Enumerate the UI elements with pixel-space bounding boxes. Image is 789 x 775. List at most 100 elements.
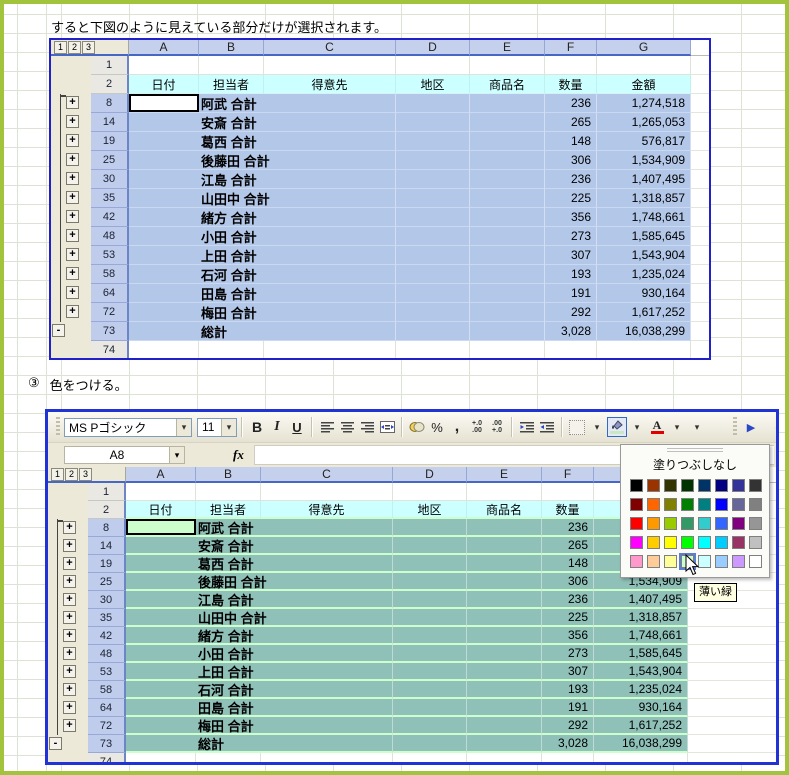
cell-D73[interactable] — [396, 322, 470, 341]
color-swatch-000000[interactable] — [630, 479, 643, 492]
cell-A19[interactable] — [129, 132, 199, 151]
cell-F53[interactable]: 307 — [545, 246, 597, 265]
expand-button-row-72[interactable]: + — [66, 305, 79, 318]
column-header-E[interactable]: E — [467, 467, 542, 483]
cell-C74[interactable] — [264, 341, 396, 358]
cell-B1[interactable] — [196, 483, 261, 501]
cell-C2[interactable]: 得意先 — [261, 501, 393, 519]
expand-button-row-25[interactable]: + — [63, 575, 76, 588]
cell-D14[interactable] — [396, 113, 470, 132]
cell-A19[interactable] — [126, 555, 196, 573]
cell-F74[interactable] — [545, 341, 597, 358]
cell-F14[interactable]: 265 — [542, 537, 594, 555]
align-center-button[interactable] — [337, 417, 357, 437]
cell-G35[interactable]: 1,318,857 — [597, 189, 691, 208]
cell-G58[interactable]: 1,235,024 — [594, 681, 688, 699]
row-header-8[interactable]: 8 — [88, 519, 126, 537]
decrease-indent-button[interactable] — [517, 417, 537, 437]
cell-A53[interactable] — [126, 663, 196, 681]
color-swatch-339966[interactable] — [681, 517, 694, 530]
cell-D1[interactable] — [393, 483, 467, 501]
expand-button-row-30[interactable]: + — [63, 593, 76, 606]
expand-button-row-58[interactable]: + — [66, 267, 79, 280]
cell-D72[interactable] — [396, 303, 470, 322]
cell-G74[interactable] — [597, 341, 691, 358]
cell-C48[interactable] — [264, 227, 396, 246]
cell-D42[interactable] — [396, 208, 470, 227]
cell-D25[interactable] — [396, 151, 470, 170]
cell-F58[interactable]: 193 — [542, 681, 594, 699]
expand-button-row-25[interactable]: + — [66, 153, 79, 166]
cell-F73[interactable]: 3,028 — [542, 735, 594, 753]
cell-A72[interactable] — [126, 717, 196, 735]
row-header-53[interactable]: 53 — [88, 663, 126, 681]
expand-button-row-42[interactable]: + — [66, 210, 79, 223]
cell-E73[interactable] — [467, 735, 542, 753]
cell-D35[interactable] — [393, 609, 467, 627]
cell-G53[interactable]: 1,543,904 — [594, 663, 688, 681]
cell-E14[interactable] — [470, 113, 545, 132]
expand-button-row-58[interactable]: + — [63, 683, 76, 696]
cell-E58[interactable] — [470, 265, 545, 284]
cell-F8[interactable]: 236 — [545, 94, 597, 113]
no-fill-option[interactable]: 塗りつぶしなし — [624, 455, 766, 475]
expand-button-row-8[interactable]: + — [66, 96, 79, 109]
cell-C42[interactable] — [261, 627, 393, 645]
cell-A25[interactable] — [126, 573, 196, 591]
color-swatch-C0C0C0[interactable] — [749, 536, 762, 549]
outline-level-button-3[interactable]: 3 — [79, 468, 92, 481]
color-swatch-FFFF00[interactable] — [664, 536, 677, 549]
color-swatch-00FFFF[interactable] — [698, 536, 711, 549]
outline-level-button-1[interactable]: 1 — [51, 468, 64, 481]
cell-E53[interactable] — [470, 246, 545, 265]
column-header-A[interactable]: A — [126, 467, 196, 483]
color-swatch-FF6600[interactable] — [647, 498, 660, 511]
cell-E19[interactable] — [470, 132, 545, 151]
cell-E35[interactable] — [467, 609, 542, 627]
cell-D8[interactable] — [396, 94, 470, 113]
row-header-19[interactable]: 19 — [88, 555, 126, 573]
cell-C8[interactable] — [264, 94, 396, 113]
record-macro-button[interactable]: ● — [769, 417, 776, 437]
cell-F25[interactable]: 306 — [545, 151, 597, 170]
cell-D19[interactable] — [396, 132, 470, 151]
cell-B19[interactable]: 葛西 合計 — [199, 132, 264, 151]
cell-F64[interactable]: 191 — [545, 284, 597, 303]
cell-E64[interactable] — [470, 284, 545, 303]
expand-button-row-48[interactable]: + — [66, 229, 79, 242]
cell-C73[interactable] — [261, 735, 393, 753]
cell-A35[interactable] — [129, 189, 199, 208]
column-header-E[interactable]: E — [470, 40, 545, 56]
cell-B48[interactable]: 小田 合計 — [196, 645, 261, 663]
cell-E8[interactable] — [470, 94, 545, 113]
cell-B74[interactable] — [199, 341, 264, 358]
cell-A42[interactable] — [126, 627, 196, 645]
column-header-C[interactable]: C — [261, 467, 393, 483]
cell-F58[interactable]: 193 — [545, 265, 597, 284]
row-header-72[interactable]: 72 — [88, 717, 126, 735]
cell-F25[interactable]: 306 — [542, 573, 594, 591]
cell-F53[interactable]: 307 — [542, 663, 594, 681]
color-swatch-3366FF[interactable] — [715, 517, 728, 530]
cell-F48[interactable]: 273 — [542, 645, 594, 663]
cell-A73[interactable] — [129, 322, 199, 341]
cell-E48[interactable] — [467, 645, 542, 663]
cell-F30[interactable]: 236 — [545, 170, 597, 189]
expand-button-row-8[interactable]: + — [63, 521, 76, 534]
cell-G42[interactable]: 1,748,661 — [597, 208, 691, 227]
cell-C48[interactable] — [261, 645, 393, 663]
cell-E64[interactable] — [467, 699, 542, 717]
column-header-D[interactable]: D — [396, 40, 470, 56]
color-swatch-969696[interactable] — [749, 517, 762, 530]
cell-D35[interactable] — [396, 189, 470, 208]
comma-style-button[interactable]: , — [447, 417, 467, 437]
column-header-B[interactable]: B — [196, 467, 261, 483]
cell-D74[interactable] — [393, 753, 467, 762]
cell-A1[interactable] — [126, 483, 196, 501]
cell-B2[interactable]: 担当者 — [196, 501, 261, 519]
expand-button-row-30[interactable]: + — [66, 172, 79, 185]
row-header-30[interactable]: 30 — [91, 170, 129, 189]
row-header-19[interactable]: 19 — [91, 132, 129, 151]
column-header-D[interactable]: D — [393, 467, 467, 483]
expand-button-row-42[interactable]: + — [63, 629, 76, 642]
